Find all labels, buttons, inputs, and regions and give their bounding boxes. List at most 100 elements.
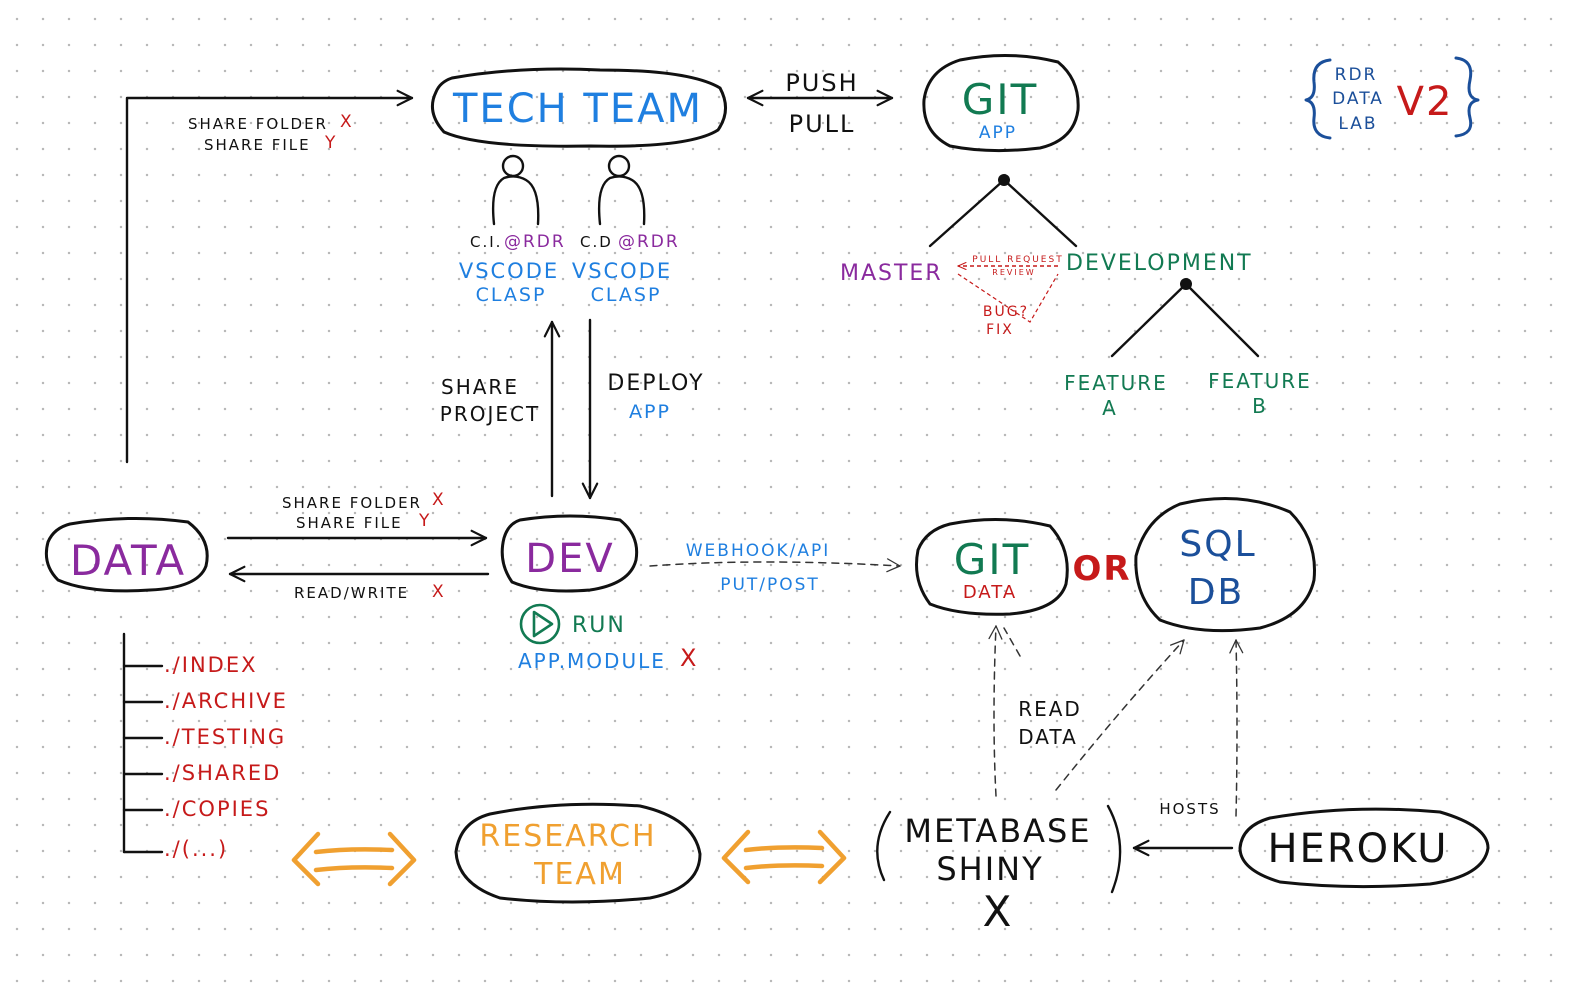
metabase-node: METABASE SHINY X <box>876 804 1122 936</box>
orange-double-arrow-right <box>721 829 847 885</box>
share-file-text-2: SHARE FILE <box>296 514 403 532</box>
fix-label: FIX <box>986 322 1014 338</box>
member-ci-id: C.I. <box>470 233 502 251</box>
or-label: OR <box>1072 549 1131 589</box>
badge-version: V2 <box>1397 79 1454 125</box>
metabase-label: METABASE <box>904 812 1091 850</box>
folder-index: ./INDEX <box>164 653 257 677</box>
member-cd-id: C.D <box>580 233 613 251</box>
workflow-diagram: RDR DATA LAB V2 TECH TEAM SHARE FOLDER X… <box>44 54 1490 936</box>
development-label: DEVELOPMENT <box>1066 251 1253 276</box>
folder-archive: ./ARCHIVE <box>164 689 288 713</box>
rdr-data-lab-badge: RDR DATA LAB V2 <box>1304 56 1480 140</box>
shiny-label: SHINY <box>936 850 1043 888</box>
feature-a-line2: A <box>1102 396 1118 420</box>
read-git-data-arrow <box>988 625 1003 797</box>
right-brace <box>1454 56 1480 138</box>
share-file-mark: Y <box>324 133 337 153</box>
git-data-node: GIT DATA <box>915 517 1069 616</box>
push-label: PUSH <box>785 69 858 97</box>
feature-b-line1: FEATURE <box>1208 369 1312 393</box>
folder-more: ./(...) <box>164 837 228 861</box>
member-ci-org: @RDR <box>504 232 566 252</box>
heroku-node: HEROKU <box>1238 807 1490 889</box>
metabase-mark: X <box>983 887 1014 936</box>
webhook-arrow <box>649 558 901 573</box>
branch-node-root <box>998 174 1010 186</box>
heroku-to-sql-arrow <box>1229 639 1244 817</box>
git-app-node: GIT APP <box>922 54 1080 153</box>
research-team-node: RESEARCH TEAM <box>454 802 702 904</box>
pull-request-label: PULL REQUEST <box>972 255 1063 265</box>
deploy-label: DEPLOY <box>607 371 704 396</box>
db-label: DB <box>1188 572 1244 613</box>
folder-testing: ./TESTING <box>164 725 286 749</box>
share-project-line1: SHARE <box>441 375 519 399</box>
data-to-tech-label: SHARE FOLDER X SHARE FILE Y <box>188 112 354 154</box>
member-ci: C.I. @RDR VSCODE CLASP <box>459 154 566 306</box>
share-folder-mark: X <box>340 112 354 132</box>
app-module-label: APP.MODULE <box>518 649 666 673</box>
member-cd-org: @RDR <box>618 232 680 252</box>
app-module-mark: X <box>680 644 698 672</box>
read-write-mark: X <box>432 582 446 602</box>
webhook-line1: WEBHOOK/API <box>686 541 831 561</box>
share-folder-mark-2: X <box>432 490 446 510</box>
hosts-label: HOSTS <box>1159 800 1220 818</box>
review-label: REVIEW <box>992 268 1035 277</box>
metabase-left-paren <box>876 810 892 882</box>
run-label: RUN <box>572 613 626 638</box>
run-button[interactable]: RUN <box>519 603 626 645</box>
branch-node-dev <box>1180 278 1192 290</box>
git-data-sub: DATA <box>963 582 1017 603</box>
data-to-dev-label: SHARE FOLDER X SHARE FILE Y <box>282 490 446 532</box>
data-label: DATA <box>70 536 186 585</box>
read-write-text: READ/WRITE <box>294 584 409 602</box>
read-label: READ <box>1018 697 1082 721</box>
share-folder-text-2: SHARE FOLDER <box>282 494 422 512</box>
member-cd-tool2: CLASP <box>591 284 662 306</box>
branch-to-master <box>928 178 1006 248</box>
read-git-data-arrow-2 <box>1003 627 1021 657</box>
sql-label: SQL <box>1179 524 1256 565</box>
branch-to-feature-b <box>1184 282 1260 358</box>
feature-b-line2: B <box>1252 394 1268 418</box>
share-file-text: SHARE FILE <box>204 136 311 154</box>
tech-team-label: TECH TEAM <box>452 86 703 132</box>
left-brace <box>1304 58 1332 140</box>
person-icon <box>597 154 646 226</box>
research-label: RESEARCH <box>479 819 656 854</box>
folder-shared: ./SHARED <box>164 761 281 785</box>
dev-label: DEV <box>525 536 614 582</box>
badge-line3: LAB <box>1338 114 1377 134</box>
pull-label: PULL <box>789 110 856 138</box>
branch-to-development <box>1002 178 1078 248</box>
share-file-mark-2: Y <box>418 511 431 531</box>
member-cd: C.D @RDR VSCODE CLASP <box>572 154 680 306</box>
deploy-app-sub: APP <box>629 401 671 423</box>
share-project-line2: PROJECT <box>440 402 540 426</box>
folder-copies: ./COPIES <box>164 797 270 821</box>
member-cd-tool1: VSCODE <box>572 259 672 283</box>
metabase-right-paren <box>1106 804 1122 894</box>
sql-db-node: SQL DB <box>1134 497 1316 633</box>
git-app-title: GIT <box>962 75 1039 124</box>
read-write-label: READ/WRITE X <box>294 582 446 602</box>
heroku-label: HEROKU <box>1267 826 1448 872</box>
feature-a-line1: FEATURE <box>1064 371 1168 395</box>
play-triangle <box>532 610 554 638</box>
person-icon <box>491 154 540 226</box>
folder-tree: ./INDEX ./ARCHIVE ./TESTING ./SHARED ./C… <box>122 632 288 861</box>
data-node: DATA <box>44 516 209 593</box>
git-app-sub: APP <box>979 123 1017 143</box>
team-label: TEAM <box>533 857 626 892</box>
share-folder-text: SHARE FOLDER <box>188 115 328 133</box>
badge-line2: DATA <box>1332 89 1384 109</box>
orange-double-arrow-left <box>291 831 417 887</box>
master-label: MASTER <box>840 261 943 286</box>
git-data-title: GIT <box>954 535 1031 584</box>
data-read-label: DATA <box>1018 725 1078 749</box>
badge-line1: RDR <box>1335 65 1378 85</box>
tech-team-node: TECH TEAM <box>430 67 727 148</box>
branch-to-feature-a <box>1110 282 1188 358</box>
